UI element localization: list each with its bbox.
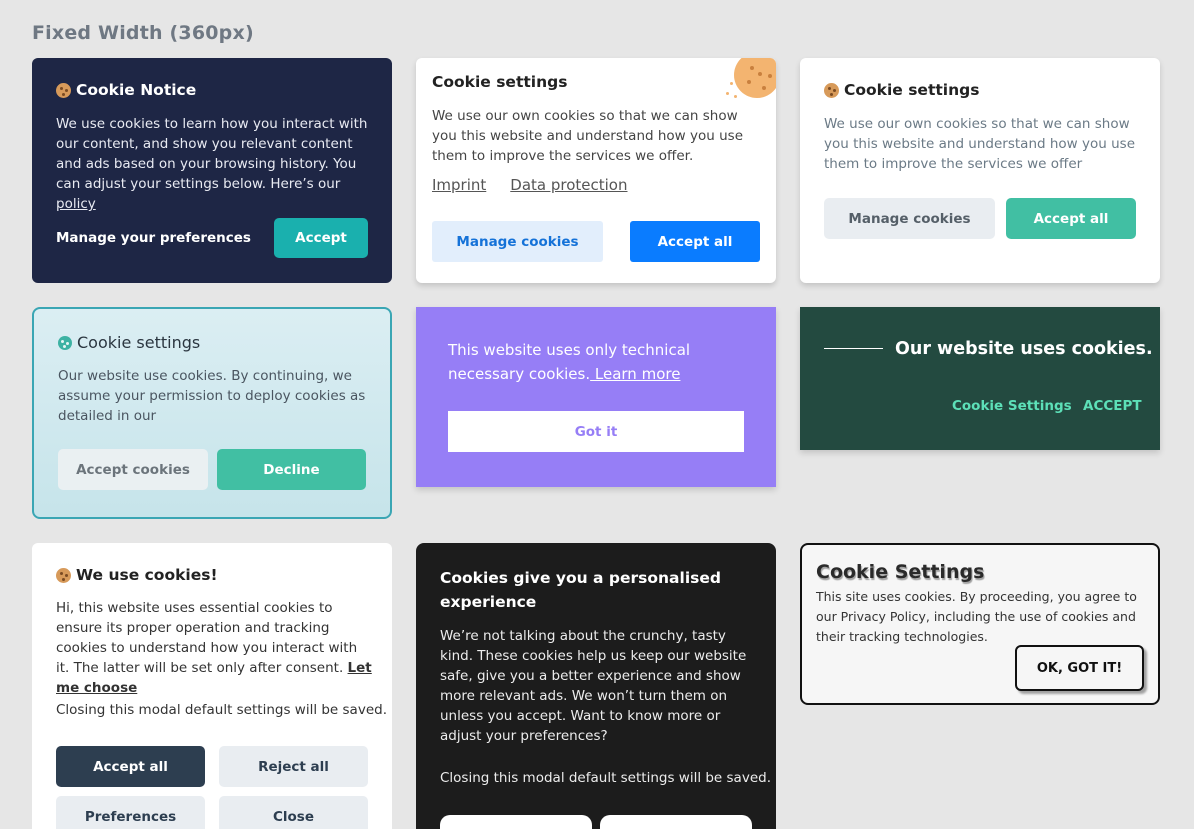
card-body: We use our own cookies so that we can sh… (824, 116, 1135, 172)
decline-button[interactable]: Decline (217, 449, 366, 490)
manage-cookies-button[interactable]: Manage cookies (432, 221, 603, 262)
manage-preferences-link[interactable]: Manage your preferences (56, 230, 251, 246)
cookie-settings-card-light: Cookie settings We use our own cookies s… (416, 58, 776, 283)
secondary-button[interactable] (600, 815, 752, 829)
cookie-icon (824, 82, 839, 98)
title-divider (824, 348, 883, 349)
card-body: We use our own cookies so that we can sh… (432, 108, 743, 164)
data-protection-link[interactable]: Data protection (510, 176, 627, 194)
card-title: Cookie settings (58, 333, 200, 352)
accept-button[interactable]: Accept (274, 218, 368, 258)
card-title: Cookie Notice (56, 81, 196, 99)
card-links: Imprint Data protection (432, 176, 628, 194)
card-title: Cookies give you a personalised experien… (440, 569, 721, 611)
card-body: We’re not talking about the crunchy, tas… (440, 628, 747, 744)
got-it-button[interactable]: Got it (448, 411, 744, 452)
accept-cookies-button[interactable]: Accept cookies (58, 449, 208, 490)
dark-green-cookie-card: Our website uses cookies. Cookie Setting… (800, 307, 1160, 450)
ok-got-it-button[interactable]: OK, GOT IT! (1015, 645, 1144, 691)
card-body: This site uses cookies. By proceeding, y… (816, 589, 1137, 644)
learn-more-link[interactable]: Learn more (590, 365, 681, 383)
cookie-crumbs-icon (728, 80, 740, 96)
retro-cookie-card: Cookie Settings This site uses cookies. … (800, 543, 1160, 705)
cookie-icon (56, 567, 71, 583)
cookie-icon (58, 335, 72, 350)
card-body: Hi, this website uses essential cookies … (56, 600, 372, 696)
cookie-settings-card-mint: Cookie settings We use our own cookies s… (800, 58, 1160, 283)
card-title: Cookie Settings (816, 561, 985, 583)
we-use-cookies-card: We use cookies! Hi, this website uses es… (32, 543, 392, 829)
page: Fixed Width (360px) Cookie Notice We use… (0, 0, 1194, 829)
card-title: Cookie settings (824, 81, 979, 99)
cookie-illustration-icon (734, 58, 776, 98)
preferences-button[interactable]: Preferences (56, 796, 205, 829)
cookie-settings-link[interactable]: Cookie Settings (952, 398, 1072, 414)
card-title: Cookie settings (432, 73, 568, 91)
manage-cookies-button[interactable]: Manage cookies (824, 198, 995, 239)
card-title: We use cookies! (56, 566, 218, 584)
accept-link[interactable]: ACCEPT (1083, 398, 1142, 414)
reject-all-button[interactable]: Reject all (219, 746, 368, 787)
primary-button[interactable] (440, 815, 592, 829)
modal-note: Closing this modal default settings will… (440, 770, 771, 786)
cookie-notice-card: Cookie Notice We use cookies to learn ho… (32, 58, 392, 283)
imprint-link[interactable]: Imprint (432, 176, 486, 194)
policy-link[interactable]: policy (56, 196, 96, 212)
technical-cookies-card: This website uses only technical necessa… (416, 307, 776, 487)
card-body: This website uses only technical necessa… (448, 341, 691, 383)
close-button[interactable]: Close (219, 796, 368, 829)
card-title: Our website uses cookies. (895, 339, 1153, 359)
card-body: Our website use cookies. By continuing, … (58, 368, 366, 424)
accept-all-button[interactable]: Accept all (1006, 198, 1136, 239)
modal-note: Closing this modal default settings will… (56, 702, 387, 718)
cookie-settings-card-teal: Cookie settings Our website use cookies.… (32, 307, 392, 519)
card-body: We use cookies to learn how you interact… (56, 116, 368, 212)
accept-all-button[interactable]: Accept all (56, 746, 205, 787)
personalised-experience-card: Cookies give you a personalised experien… (416, 543, 776, 829)
accept-all-button[interactable]: Accept all (630, 221, 760, 262)
page-heading: Fixed Width (360px) (32, 22, 254, 44)
cookie-icon (56, 82, 71, 98)
